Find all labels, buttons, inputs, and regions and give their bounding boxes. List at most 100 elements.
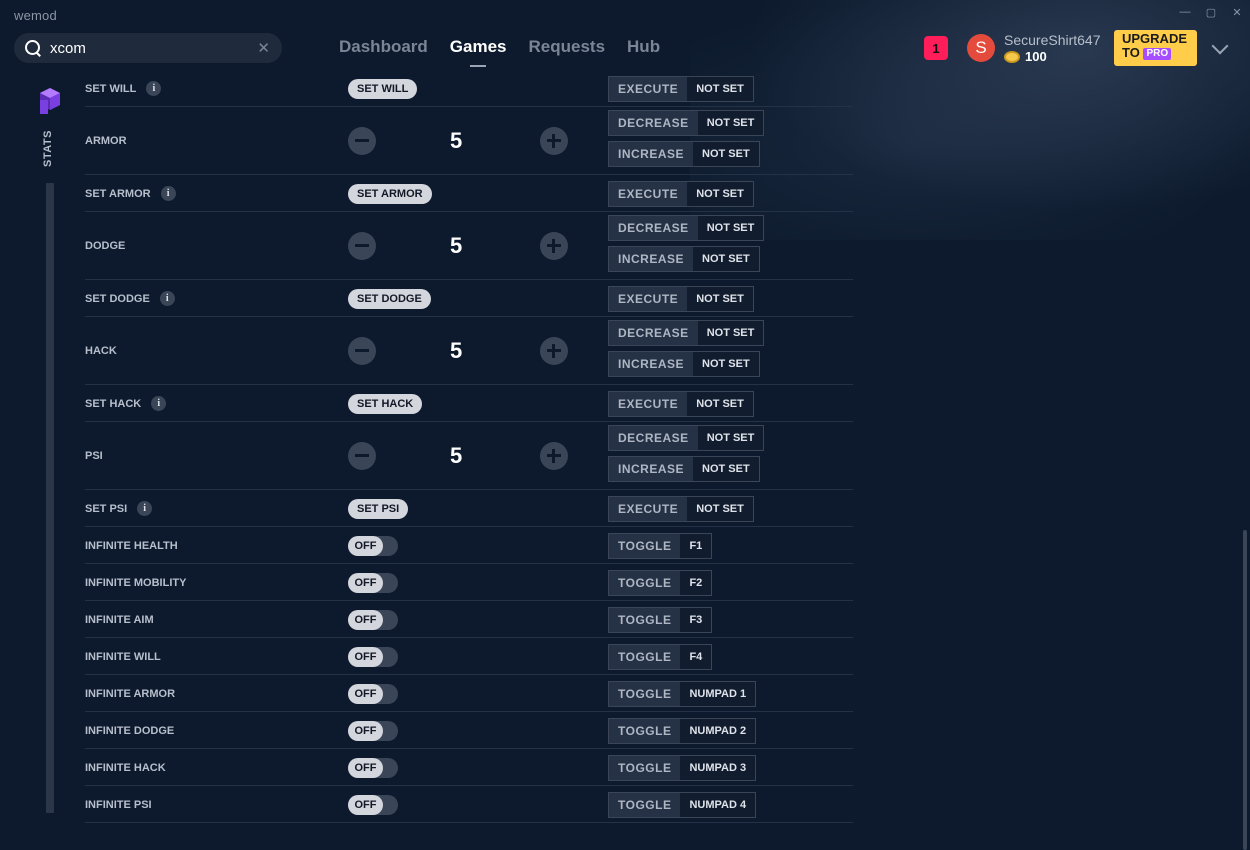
search-icon <box>24 39 42 57</box>
cheat-toggle[interactable]: OFF <box>348 683 398 704</box>
hotkey-binding[interactable]: INCREASE NOT SET <box>608 246 760 272</box>
cheat-label: ARMOR <box>85 133 127 149</box>
hotkey-binding[interactable]: TOGGLE NUMPAD 4 <box>608 791 757 818</box>
clear-search-icon[interactable]: ✕ <box>257 39 270 57</box>
hotkey-action: TOGGLE <box>609 644 681 669</box>
cheat-toggle[interactable]: OFF <box>348 609 398 630</box>
hotkey-binding[interactable]: TOGGLE F1 <box>608 532 713 559</box>
hotkey-binding[interactable]: TOGGLE F3 <box>608 606 713 633</box>
cheat-row: INFINITE DODGE OFF TOGGLE NUMPAD 2 <box>85 712 853 749</box>
sidebar-scroll-track[interactable] <box>46 183 54 813</box>
hotkey-binding[interactable]: TOGGLE NUMPAD 3 <box>608 754 757 781</box>
upgrade-to-pro-button[interactable]: UPGRADE TO PRO <box>1114 30 1197 66</box>
hotkey-binding[interactable]: DECREASE NOT SET <box>608 215 765 241</box>
hotkey-key: NOT SET <box>687 286 753 311</box>
hotkey-binding[interactable]: DECREASE NOT SET <box>608 320 765 346</box>
nav-games[interactable]: Games <box>450 37 507 67</box>
hotkey-action: EXECUTE <box>609 286 688 311</box>
hotkey-key: NOT SET <box>687 496 753 521</box>
hotkey-key: NUMPAD 3 <box>680 755 756 780</box>
set-value-button[interactable]: SET WILL <box>348 78 418 99</box>
username[interactable]: SecureShirt647 <box>1004 32 1101 48</box>
hotkey-key: F4 <box>680 644 712 669</box>
cheat-label: INFINITE HEALTH <box>85 538 178 554</box>
decrease-button[interactable] <box>348 442 376 470</box>
hotkey-binding[interactable]: EXECUTE NOT SET <box>608 390 754 417</box>
cheat-toggle[interactable]: OFF <box>348 535 398 556</box>
cheat-toggle[interactable]: OFF <box>348 646 398 667</box>
increase-button[interactable] <box>540 337 568 365</box>
info-icon[interactable]: i <box>160 186 176 201</box>
toggle-state: OFF <box>348 683 383 704</box>
decrease-button[interactable] <box>348 232 376 260</box>
hotkey-binding[interactable]: EXECUTE NOT SET <box>608 495 754 522</box>
hotkey-action: INCREASE <box>609 247 694 271</box>
cheat-label: SET DODGE i <box>85 291 175 307</box>
nav-dashboard[interactable]: Dashboard <box>339 37 428 57</box>
toggle-state: OFF <box>348 720 383 741</box>
info-icon[interactable]: i <box>159 291 175 306</box>
cheat-label-text: SET PSI <box>85 502 128 515</box>
stats-tab-label[interactable]: STATS <box>42 130 54 167</box>
hotkey-action: TOGGLE <box>609 570 681 595</box>
cheat-toggle[interactable]: OFF <box>348 794 398 815</box>
nav-hub[interactable]: Hub <box>627 37 660 57</box>
decrease-button[interactable] <box>348 337 376 365</box>
decrease-button[interactable] <box>348 127 376 155</box>
cheat-row: SET ARMOR i SET ARMOR EXECUTE NOT SET <box>85 175 853 212</box>
cheat-label-text: INFINITE AIM <box>85 613 154 626</box>
cheat-label: INFINITE WILL <box>85 649 161 665</box>
set-value-button[interactable]: SET DODGE <box>348 288 431 309</box>
search-input[interactable] <box>50 39 250 57</box>
avatar[interactable]: S <box>967 34 995 62</box>
hotkey-binding[interactable]: EXECUTE NOT SET <box>608 285 754 312</box>
coin-icon <box>1004 50 1020 63</box>
chevron-down-icon[interactable] <box>1211 37 1229 55</box>
hotkey-key: NOT SET <box>687 181 753 206</box>
set-value-button[interactable]: SET HACK <box>348 393 423 414</box>
notification-badge[interactable]: 1 <box>924 36 948 60</box>
hotkey-binding[interactable]: INCREASE NOT SET <box>608 456 760 482</box>
minimize-button[interactable]: — <box>1172 0 1198 24</box>
info-icon[interactable]: i <box>137 501 153 516</box>
hotkey-binding[interactable]: DECREASE NOT SET <box>608 110 765 136</box>
hotkey-binding[interactable]: INCREASE NOT SET <box>608 351 760 377</box>
hotkey-binding[interactable]: EXECUTE NOT SET <box>608 75 754 102</box>
cheat-toggle[interactable]: OFF <box>348 757 398 778</box>
hotkey-action: TOGGLE <box>609 755 681 780</box>
cheat-row: INFINITE MOBILITY OFF TOGGLE F2 <box>85 564 853 601</box>
hotkey-binding[interactable]: EXECUTE NOT SET <box>608 180 754 207</box>
page-scrollbar[interactable] <box>1243 530 1247 850</box>
set-value-button[interactable]: SET ARMOR <box>348 183 432 204</box>
cheat-label: INFINITE MOBILITY <box>85 575 186 591</box>
cheat-label: INFINITE AIM <box>85 612 154 628</box>
info-icon[interactable]: i <box>146 81 162 96</box>
cheat-label-text: DODGE <box>85 240 126 252</box>
increase-button[interactable] <box>540 442 568 470</box>
set-value-button[interactable]: SET PSI <box>348 498 409 519</box>
cheat-row: INFINITE PSI OFF TOGGLE NUMPAD 4 <box>85 786 853 823</box>
increase-button[interactable] <box>540 232 568 260</box>
hotkey-binding[interactable]: INCREASE NOT SET <box>608 141 760 167</box>
increase-button[interactable] <box>540 127 568 155</box>
cheat-label-text: INFINITE HACK <box>85 761 166 774</box>
cheat-label-text: INFINITE ARMOR <box>85 687 176 700</box>
nav-requests[interactable]: Requests <box>529 37 606 57</box>
hotkey-binding[interactable]: TOGGLE F4 <box>608 643 713 670</box>
hotkey-binding[interactable]: TOGGLE NUMPAD 2 <box>608 717 757 744</box>
coin-balance: 100 <box>1004 49 1047 64</box>
cheat-toggle[interactable]: OFF <box>348 720 398 741</box>
stats-cube-icon[interactable] <box>38 86 62 116</box>
info-icon[interactable]: i <box>151 396 167 411</box>
hotkey-key: NOT SET <box>697 321 764 345</box>
cheat-label-text: SET ARMOR <box>85 187 151 200</box>
cheat-row: INFINITE ARMOR OFF TOGGLE NUMPAD 1 <box>85 675 853 712</box>
stepper-value: 5 <box>450 233 463 258</box>
maximize-button[interactable]: ▢ <box>1198 0 1224 24</box>
cheat-row: INFINITE AIM OFF TOGGLE F3 <box>85 601 853 638</box>
hotkey-binding[interactable]: DECREASE NOT SET <box>608 425 765 451</box>
close-button[interactable]: ✕ <box>1224 0 1250 24</box>
hotkey-binding[interactable]: TOGGLE F2 <box>608 569 713 596</box>
hotkey-binding[interactable]: TOGGLE NUMPAD 1 <box>608 680 757 707</box>
cheat-toggle[interactable]: OFF <box>348 572 398 593</box>
